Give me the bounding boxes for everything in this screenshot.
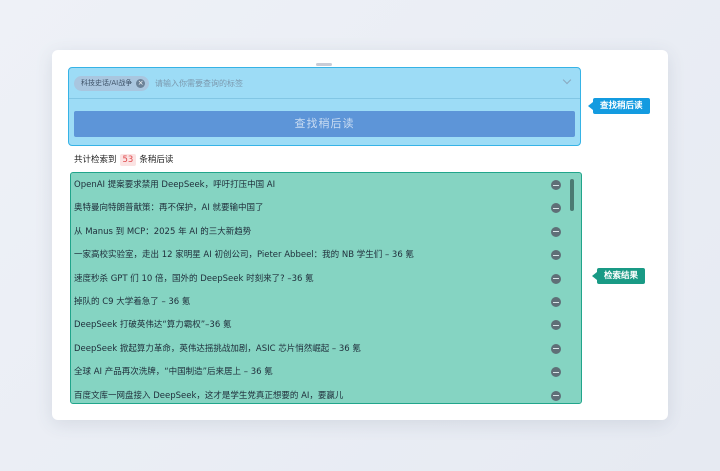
remove-icon[interactable] (551, 180, 561, 190)
selected-tag-label: 科技史话/AI战争 (81, 79, 133, 87)
list-item[interactable]: 奥特曼向特朗普献策：再不保护，AI 就要输中国了 (71, 196, 561, 219)
list-item[interactable]: OpenAI 提案要求禁用 DeepSeek，呼吁打压中国 AI (71, 173, 561, 196)
list-item-title[interactable]: 从 Manus 到 MCP：2025 年 AI 的三大新趋势 (74, 226, 251, 238)
find-read-later-button[interactable]: 查找稍后读 (74, 111, 575, 137)
scrollbar[interactable] (570, 179, 574, 211)
result-count: 共计检索到 53 条稍后读 (74, 154, 173, 166)
list-item[interactable]: 速度秒杀 GPT 们 10 倍，国外的 DeepSeek 时刻来了? –36 氪 (71, 267, 561, 290)
list-item[interactable]: DeepSeek 掀起算力革命，英伟达摇挑战加剧，ASIC 芯片悄然崛起 – 3… (71, 337, 561, 360)
annotation-results-label: 检索结果 (591, 268, 646, 284)
remove-icon[interactable] (551, 203, 561, 214)
result-count-number: 53 (119, 154, 137, 166)
list-item[interactable]: 掉队的 C9 大学着急了 – 36 氪 (71, 290, 561, 313)
close-icon[interactable]: × (136, 79, 146, 88)
list-item[interactable]: DeepSeek 打破英伟达“算力霸权”–36 氪 (71, 313, 561, 336)
search-panel: 科技史话/AI战争 × 查找稍后读 (68, 67, 581, 146)
list-item-title[interactable]: 掉队的 C9 大学着急了 – 36 氪 (74, 296, 190, 308)
list-item-title[interactable]: 全球 AI 产品再次洗牌，“中国制造”后来居上 – 36 氪 (74, 366, 273, 378)
remove-icon[interactable] (551, 367, 561, 378)
result-count-suffix: 条稍后读 (139, 155, 174, 165)
remove-icon[interactable] (551, 250, 561, 261)
remove-icon[interactable] (551, 320, 561, 331)
tag-search-input[interactable] (155, 76, 545, 91)
list-item-title[interactable]: 百度文库一网盘接入 DeepSeek，这才是学生党真正想要的 AI，要赢儿 (74, 390, 343, 402)
remove-icon[interactable] (551, 390, 561, 401)
list-item-title[interactable]: OpenAI 提案要求禁用 DeepSeek，呼吁打压中国 AI (74, 179, 275, 191)
remove-icon[interactable] (551, 343, 561, 354)
list-item[interactable]: 一家高校实验室，走出 12 家明星 AI 初创公司，Pieter Abbeel：… (71, 243, 561, 266)
list-item[interactable]: 全球 AI 产品再次洗牌，“中国制造”后来居上 – 36 氪 (71, 360, 561, 383)
list-item-title[interactable]: DeepSeek 掀起算力革命，英伟达摇挑战加剧，ASIC 芯片悄然崛起 – 3… (74, 343, 361, 355)
result-count-prefix: 共计检索到 (74, 155, 117, 165)
drag-handle[interactable] (316, 63, 332, 66)
remove-icon[interactable] (551, 226, 561, 237)
selected-tag[interactable]: 科技史话/AI战争 × (74, 76, 150, 91)
list-item[interactable]: 百度文库一网盘接入 DeepSeek，这才是学生党真正想要的 AI，要赢儿 (71, 384, 561, 403)
list-item-title[interactable]: 速度秒杀 GPT 们 10 倍，国外的 DeepSeek 时刻来了? –36 氪 (74, 273, 314, 285)
list-item-title[interactable]: DeepSeek 打破英伟达“算力霸权”–36 氪 (74, 319, 231, 331)
remove-icon[interactable] (551, 273, 561, 284)
list-item[interactable]: 从 Manus 到 MCP：2025 年 AI 的三大新趋势 (71, 220, 561, 243)
list-item-title[interactable]: 奥特曼向特朗普献策：再不保护，AI 就要输中国了 (74, 202, 264, 214)
chevron-down-icon[interactable] (562, 75, 572, 85)
annotation-search-label: 查找稍后读 (588, 98, 650, 114)
results-list: OpenAI 提案要求禁用 DeepSeek，呼吁打压中国 AI 奥特曼向特朗普… (70, 172, 582, 404)
list-item-title[interactable]: 一家高校实验室，走出 12 家明星 AI 初创公司，Pieter Abbeel：… (74, 249, 414, 261)
remove-icon[interactable] (551, 297, 561, 307)
tag-selector[interactable]: 科技史话/AI战争 × (69, 68, 580, 99)
